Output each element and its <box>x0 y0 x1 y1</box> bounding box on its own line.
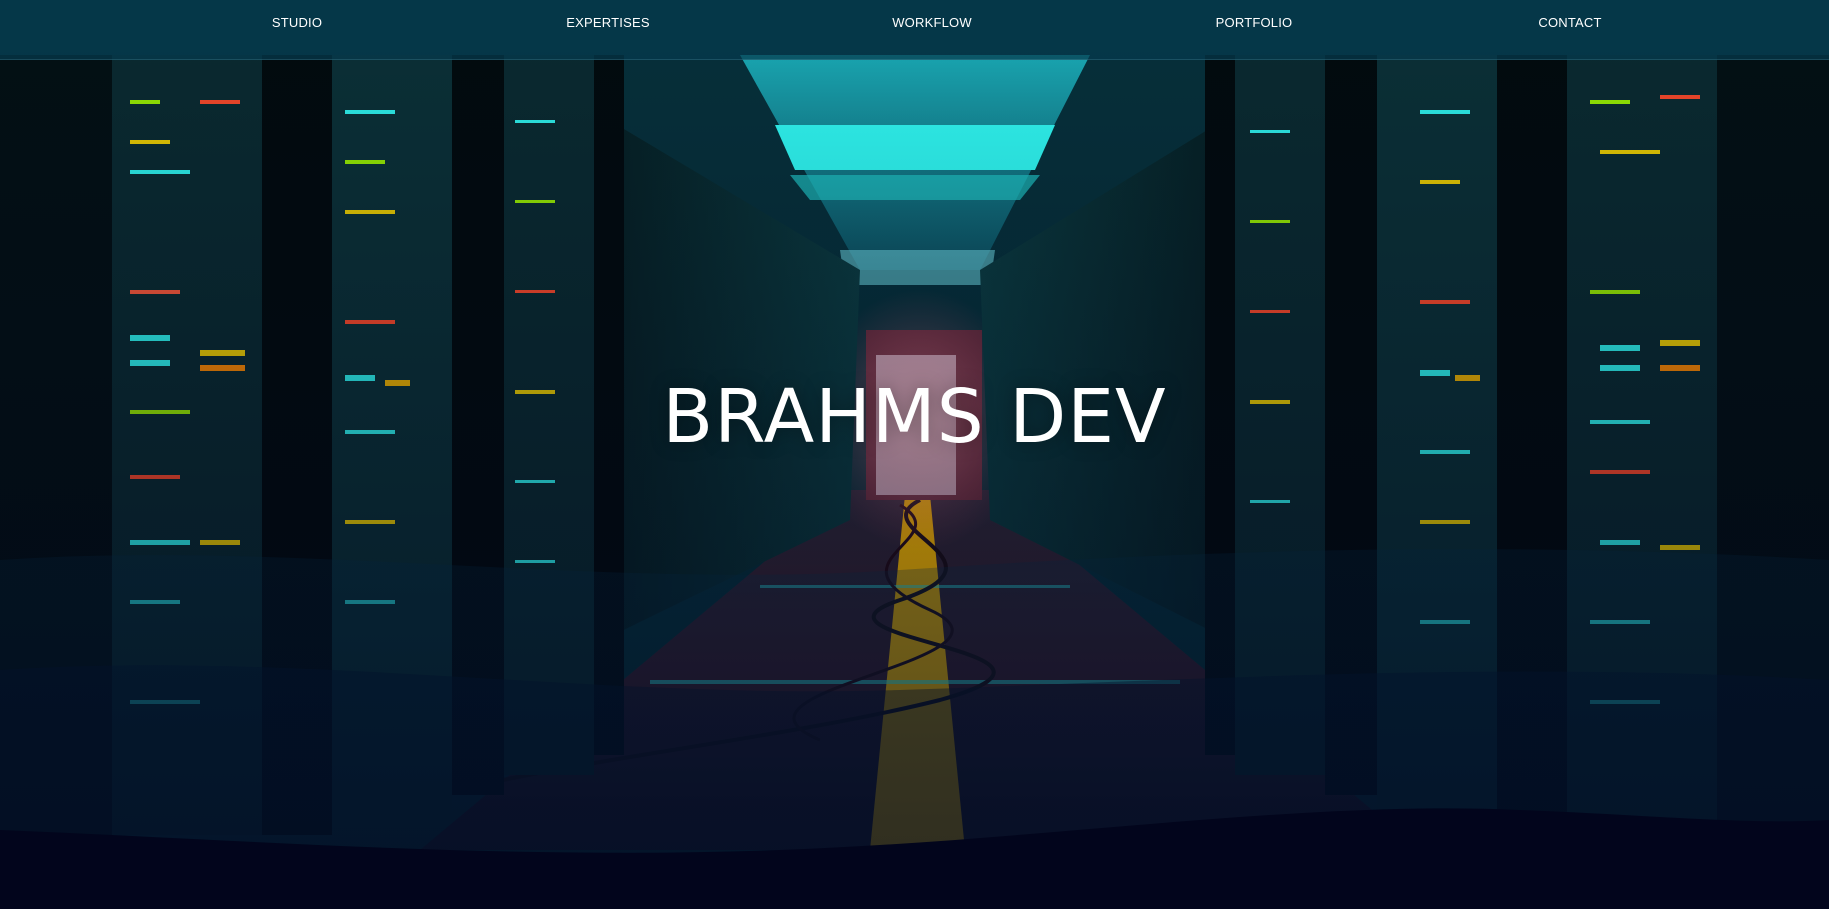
nav-link-studio[interactable]: STUDIO <box>272 15 322 31</box>
nav-link-contact[interactable]: CONTACT <box>1538 15 1601 31</box>
hero-title: BRAHMS DEV <box>662 374 1167 460</box>
nav-link-portfolio[interactable]: PORTFOLIO <box>1216 15 1293 31</box>
top-navigation-bar: STUDIO EXPERTISES WORKFLOW PORTFOLIO CON… <box>0 0 1829 60</box>
page: STUDIO EXPERTISES WORKFLOW PORTFOLIO CON… <box>0 0 1829 909</box>
nav-link-workflow[interactable]: WORKFLOW <box>892 15 972 31</box>
nav-link-expertises[interactable]: EXPERTISES <box>566 15 649 31</box>
